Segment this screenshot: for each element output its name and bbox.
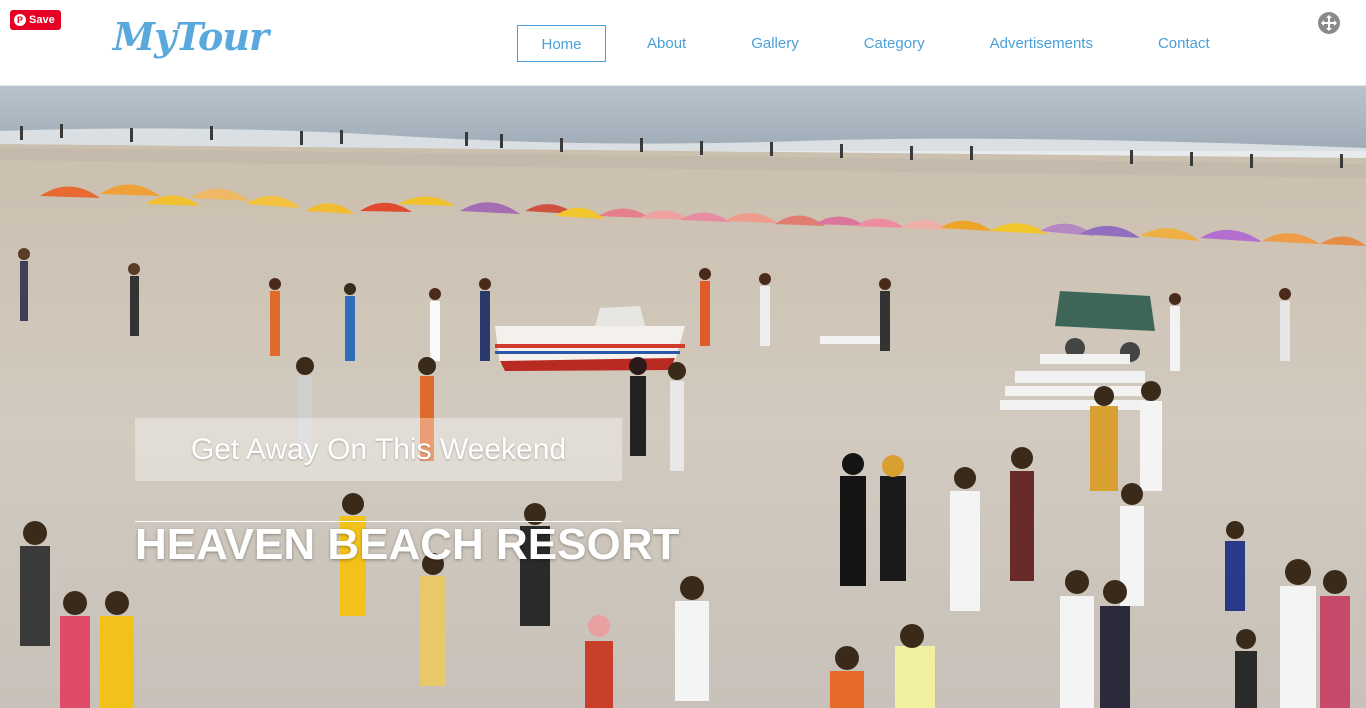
- tagline-box: Get Away On This Weekend: [135, 418, 622, 481]
- nav-about[interactable]: About: [647, 25, 686, 62]
- site-logo[interactable]: MyTour: [113, 14, 269, 59]
- nav-contact[interactable]: Contact: [1158, 25, 1210, 62]
- main-nav: Home About Gallery Category Advertisemen…: [517, 25, 1210, 62]
- pinterest-save-button[interactable]: P Save: [10, 10, 61, 30]
- nav-home[interactable]: Home: [517, 25, 606, 62]
- pinterest-save-label: Save: [29, 14, 55, 26]
- beach-photo: [0, 86, 1366, 708]
- nav-category[interactable]: Category: [864, 25, 925, 62]
- hero-banner: Get Away On This Weekend HEAVEN BEACH RE…: [0, 86, 1366, 708]
- site-header: P Save MyTour Home About Gallery Categor…: [0, 0, 1366, 86]
- nav-gallery[interactable]: Gallery: [751, 25, 799, 62]
- hero-tagline: Get Away On This Weekend: [190, 432, 567, 466]
- pinterest-icon: P: [14, 14, 26, 26]
- hero-title: HEAVEN BEACH RESORT: [135, 520, 680, 569]
- nav-advertisements[interactable]: Advertisements: [990, 25, 1093, 62]
- expand-icon[interactable]: [1317, 11, 1341, 35]
